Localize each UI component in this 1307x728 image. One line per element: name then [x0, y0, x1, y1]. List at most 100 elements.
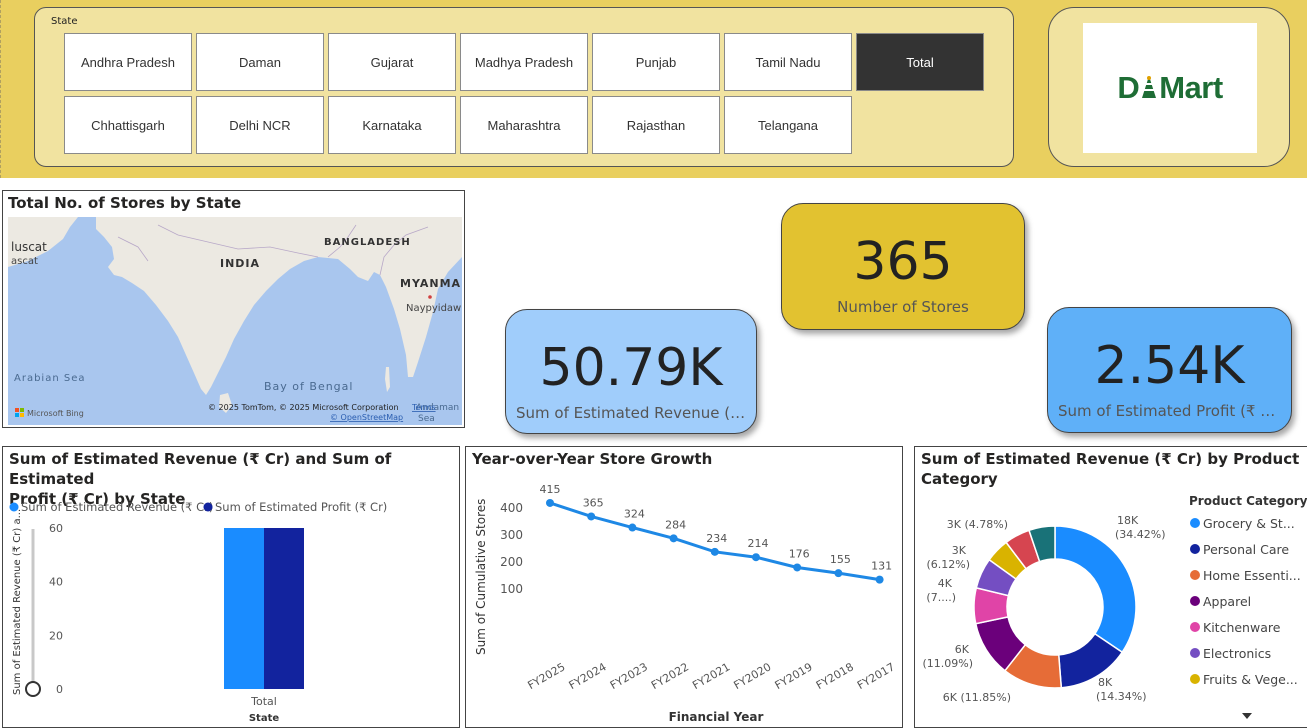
donut-slice[interactable]: [1054, 525, 1137, 654]
legend-scroll-down-icon[interactable]: [1242, 713, 1252, 719]
donut-data-label: 6K (11.85%): [943, 691, 1011, 704]
line-y-tick: 100: [500, 582, 523, 596]
line-point[interactable]: [587, 512, 596, 521]
map-terms-link[interactable]: Terms: [411, 403, 436, 412]
map-label-arabian-sea: Arabian Sea: [14, 373, 85, 384]
donut-data-label-pct: (7....): [926, 591, 956, 604]
map-label-bay-of-bengal: Bay of Bengal: [264, 380, 353, 393]
state-button-tamil-nadu[interactable]: Tamil Nadu: [724, 33, 852, 91]
line-data-label: 234: [706, 532, 727, 545]
legend-item[interactable]: Personal Care: [1203, 542, 1289, 557]
state-button-gujarat[interactable]: Gujarat: [328, 33, 456, 91]
state-button-madhya-pradesh[interactable]: Madhya Pradesh: [460, 33, 588, 91]
legend-marker: [1190, 518, 1200, 528]
kpi-profit-label: Sum of Estimated Profit (₹ Cr): [1058, 402, 1283, 420]
state-button-karnataka[interactable]: Karnataka: [328, 96, 456, 154]
line-x-tick: FY2022: [649, 660, 691, 692]
line-y-axis-label: Sum of Cumulative Stores: [474, 499, 488, 655]
legend-marker: [1190, 648, 1200, 658]
line-chart-svg: Sum of Cumulative Stores 100 200 300 400 FY…: [474, 483, 897, 724]
bar-chart-card: Sum of Estimated Revenue (₹ Cr) and Sum …: [2, 446, 460, 728]
kpi-estimated-revenue: 50.79K Sum of Estimated Revenue (₹ Cr): [505, 309, 757, 434]
legend-item[interactable]: Apparel: [1203, 594, 1251, 609]
donut-chart-svg: 18K(34.42%) 8K(14.34%) 6K (11.85%) 6K(11.09…: [922, 494, 1307, 719]
line-x-tick: FY2024: [567, 660, 609, 692]
line-y-tick: 200: [500, 555, 523, 569]
line-point[interactable]: [834, 569, 843, 578]
dashboard: State Andhra Pradesh Daman Gujarat Madhya P…: [0, 0, 1307, 728]
donut-data-label: 8K: [1098, 676, 1113, 689]
map-svg: luscat ascat INDIA BANGLADESH MYANMA Nay…: [8, 217, 462, 425]
logo-text: D Mart: [1117, 70, 1223, 105]
line-x-tick: FY2019: [773, 660, 815, 692]
map-label-bangladesh: BANGLADESH: [324, 237, 411, 248]
state-slicer: State Andhra Pradesh Daman Gujarat Madhya P…: [34, 7, 1014, 167]
kpi-revenue-label: Sum of Estimated Revenue (₹ Cr): [516, 404, 756, 422]
line-x-tick: FY2021: [690, 660, 732, 692]
kpi-estimated-profit: 2.54K Sum of Estimated Profit (₹ Cr): [1047, 307, 1292, 433]
line-data-label: 365: [583, 496, 604, 509]
map-title: Total No. of Stores by State: [8, 194, 242, 212]
line-x-tick: FY2018: [814, 660, 856, 692]
bar-scroll-handle[interactable]: [25, 681, 41, 697]
map-label-sea: Sea: [418, 414, 435, 424]
map-label-muscat-2: ascat: [11, 256, 38, 267]
map-label-india: INDIA: [220, 257, 260, 270]
legend-item[interactable]: Electronics: [1203, 646, 1271, 661]
line-x-tick: FY2023: [608, 660, 650, 692]
bar-profit[interactable]: [264, 528, 304, 689]
map-bing-label: Microsoft Bing: [27, 409, 84, 418]
state-button-chhattisgarh[interactable]: Chhattisgarh: [64, 96, 192, 154]
legend-item[interactable]: Kitchenware: [1203, 620, 1281, 635]
legend-item[interactable]: Home Essenti...: [1203, 568, 1301, 583]
map-area[interactable]: luscat ascat INDIA BANGLADESH MYANMA Nay…: [8, 217, 462, 425]
donut-data-label-pct: (11.09%): [922, 657, 973, 670]
line-x-tick: FY2017: [855, 660, 897, 692]
bar-y-tick: 60: [49, 522, 63, 535]
line-point[interactable]: [546, 498, 554, 507]
line-data-label: 324: [624, 508, 645, 521]
state-button-punjab[interactable]: Punjab: [592, 33, 720, 91]
state-button-rajasthan[interactable]: Rajasthan: [592, 96, 720, 154]
kpi-profit-value: 2.54K: [1094, 336, 1245, 396]
line-point[interactable]: [875, 575, 884, 584]
line-data-label: 131: [871, 560, 892, 573]
line-data-label: 284: [665, 518, 686, 531]
state-button-total[interactable]: Total: [856, 33, 984, 91]
legend-item[interactable]: Fruits & Vege...: [1203, 672, 1298, 687]
legend-item[interactable]: Grocery & St...: [1203, 516, 1295, 531]
legend-marker: [1190, 674, 1200, 684]
donut-data-label-pct: (6.12%): [926, 558, 970, 571]
state-button-andhra-pradesh[interactable]: Andhra Pradesh: [64, 33, 192, 91]
state-button-daman[interactable]: Daman: [196, 33, 324, 91]
state-button-telangana[interactable]: Telangana: [724, 96, 852, 154]
bar-x-axis-label: State: [249, 713, 280, 724]
legend-marker-profit: [203, 502, 213, 512]
line-point[interactable]: [710, 547, 719, 556]
line-data-label: 214: [748, 537, 769, 550]
line-y-tick: 400: [500, 501, 523, 515]
bar-revenue[interactable]: [224, 528, 264, 689]
map-osm-link[interactable]: © OpenStreetMap: [330, 413, 403, 422]
line-point[interactable]: [793, 563, 802, 572]
line-point[interactable]: [669, 534, 678, 543]
map-label-muscat: luscat: [11, 240, 47, 254]
donut-data-label: 4K: [938, 577, 953, 590]
bar-y-tick: 40: [49, 576, 63, 589]
line-point[interactable]: [752, 553, 760, 562]
donut-data-label: 3K: [952, 544, 967, 557]
donut-data-label: 18K: [1117, 514, 1139, 527]
bar-x-tick: Total: [250, 695, 277, 708]
donut-data-label: 3K (4.78%): [947, 518, 1008, 531]
bar-y-tick: 0: [56, 683, 63, 696]
logo-card: D Mart: [1048, 7, 1290, 167]
legend-revenue: Sum of Estimated Revenue (₹ Cr): [21, 500, 213, 514]
kpi-number-of-stores: 365 Number of Stores: [781, 203, 1025, 330]
line-x-tick: FY2020: [731, 660, 773, 692]
legend-marker: [1190, 544, 1200, 554]
line-point[interactable]: [628, 523, 637, 532]
state-button-delhi-ncr[interactable]: Delhi NCR: [196, 96, 324, 154]
bar-chart-svg: Sum of Estimated Revenue (₹ Cr) Sum of E…: [9, 500, 387, 724]
state-button-maharashtra[interactable]: Maharashtra: [460, 96, 588, 154]
line-x-axis-label: Financial Year: [669, 710, 764, 724]
